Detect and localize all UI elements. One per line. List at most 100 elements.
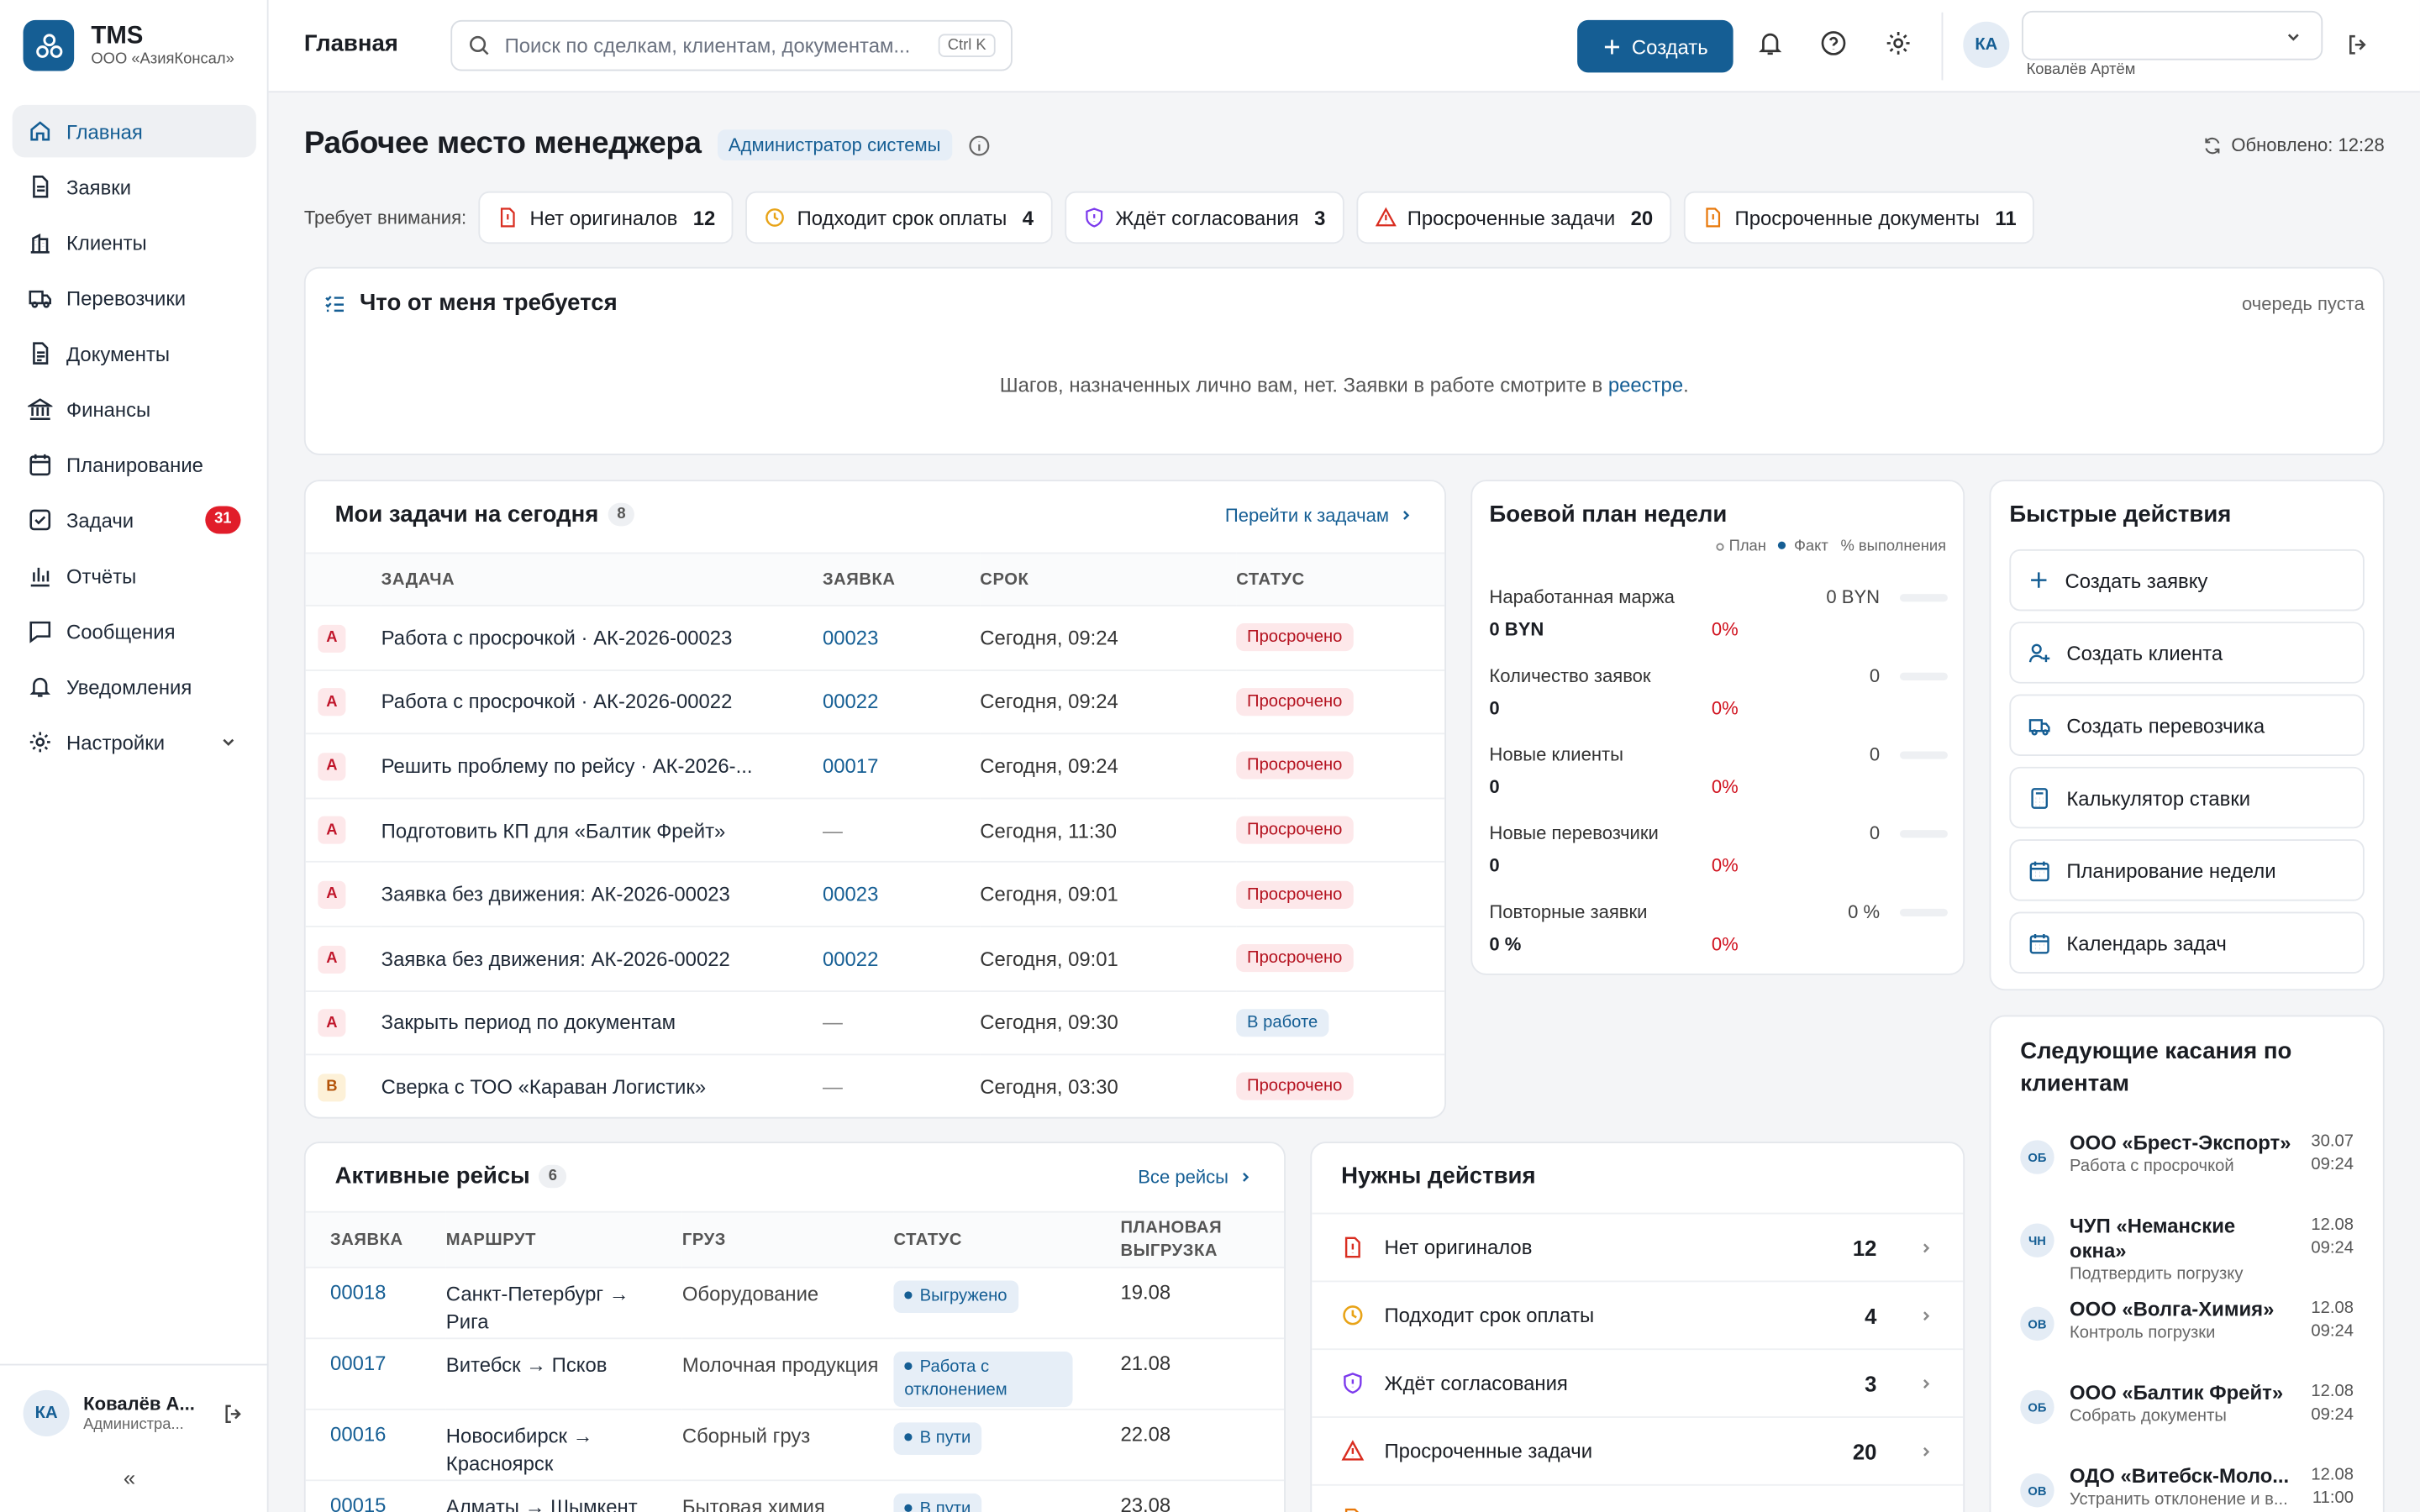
sidebar-item-notifications[interactable]: Уведомления: [13, 660, 256, 712]
column-header[interactable]: ПЛАНОВАЯ ВЫГРУЗКА: [1120, 1212, 1284, 1268]
gear-icon[interactable]: [1885, 29, 1912, 57]
client-name: ООО «Брест-Экспорт»: [2070, 1131, 2291, 1154]
table-row[interactable]: А Решить проблему по рейсу · АК-2026-... 0…: [305, 734, 1445, 799]
needs-action-row[interactable]: Просроченные задачи 20: [1312, 1416, 1964, 1484]
table-row[interactable]: А Заявка без движения: АК-2026-00023 00023…: [305, 862, 1445, 927]
task-name[interactable]: Заявка без движения: АК-2026-00023: [381, 883, 730, 906]
quick-action-button[interactable]: Планирование недели: [2009, 839, 2365, 901]
table-row[interactable]: А Подготовить КП для «Балтик Фрейт» — Сегод…: [305, 798, 1445, 863]
attention-chip-no-originals[interactable]: Нет оригиналов 12: [478, 191, 734, 244]
sidebar-item-carriers[interactable]: Перевозчики: [13, 271, 256, 323]
registry-link[interactable]: реестре: [1608, 373, 1683, 396]
sidebar-item-home[interactable]: Главная: [12, 104, 256, 158]
help-icon[interactable]: [1819, 29, 1847, 57]
create-button[interactable]: Создать: [1577, 19, 1733, 73]
due-time: Сегодня, 09:24: [980, 690, 1118, 714]
attention-chip-approval[interactable]: Ждёт согласования 3: [1064, 191, 1344, 244]
column-header[interactable]: СТАТУС: [893, 1212, 1120, 1268]
table-row[interactable]: В Сверка с ТОО «Караван Логистик» — Сегодня…: [306, 1055, 1444, 1117]
quick-action-button[interactable]: Калькулятор ставки: [2009, 766, 2365, 829]
client-touch-item[interactable]: ОВ ООО «Волга-Химия» Контроль погрузки 12.0…: [1991, 1298, 2383, 1381]
order-link[interactable]: 00017: [823, 754, 878, 778]
sidebar-user[interactable]: КА Ковалёв А... Администра...: [0, 1363, 269, 1462]
client-avatar: ЧН: [2020, 1223, 2054, 1257]
all-trips-link[interactable]: Все рейсы: [1138, 1167, 1253, 1188]
task-name[interactable]: Работа с просрочкой · АК-2026-00022: [381, 690, 733, 714]
table-row[interactable]: 00017 Витебск → Псков Молочная продукция Ра…: [305, 1338, 1285, 1410]
order-link[interactable]: 00016: [330, 1422, 386, 1446]
quick-action-button[interactable]: Создать заявку: [2009, 549, 2365, 612]
sidebar-item-planning[interactable]: Планирование: [13, 438, 256, 491]
order-link[interactable]: 00018: [330, 1280, 386, 1304]
column-header[interactable]: СРОК: [980, 553, 1236, 605]
column-header[interactable]: ЗАЯВКА: [823, 553, 980, 605]
status-label: Выгружено: [919, 1286, 1007, 1305]
task-name[interactable]: Закрыть период по документам: [381, 1011, 676, 1035]
order-link[interactable]: 00023: [823, 626, 878, 649]
client-touch-item[interactable]: ОВ ОДО «Витебск-Моло... Устранить отклонен…: [1991, 1464, 2383, 1512]
plan-row: Новые перевозчики 0 0 0%: [1489, 819, 1963, 898]
needs-action-row[interactable]: Ждёт согласования 3: [1312, 1348, 1964, 1416]
table-row[interactable]: А Работа с просрочкой · АК-2026-00023 0002…: [305, 606, 1445, 670]
quick-action-button[interactable]: Создать перевозчика: [2009, 694, 2365, 756]
needs-label: Просроченные документы: [1385, 1507, 1629, 1512]
order-link[interactable]: 00022: [823, 690, 878, 714]
column-header[interactable]: ГРУЗ: [682, 1212, 894, 1268]
table-row[interactable]: А Работа с просрочкой · АК-2026-00022 0002…: [305, 669, 1445, 734]
task-name[interactable]: Заявка без движения: АК-2026-00022: [381, 947, 730, 970]
go-to-tasks-link[interactable]: Перейти к задачам: [1225, 505, 1414, 526]
client-touch-item[interactable]: ОБ ООО «Брест-Экспорт» Работа с просрочкой…: [1991, 1131, 2383, 1214]
bell-icon[interactable]: [1756, 29, 1784, 57]
logout-icon[interactable]: [222, 1402, 245, 1425]
task-name[interactable]: Решить проблему по рейсу · АК-2026-...: [381, 754, 753, 778]
table-row[interactable]: 00015 Алматы → Шымкент Бытовая химия В пути…: [306, 1480, 1284, 1512]
info-icon[interactable]: [968, 134, 992, 158]
avatar[interactable]: КА: [1963, 21, 2010, 68]
message-icon: [29, 621, 51, 643]
search-input[interactable]: Поиск по сделкам, клиентам, документам..…: [450, 19, 1013, 71]
sidebar-item-clients[interactable]: Клиенты: [13, 216, 256, 268]
chip-label: Ждёт согласования: [1115, 206, 1299, 229]
column-header[interactable]: СТАТУС: [1236, 553, 1444, 605]
order-link[interactable]: 00023: [823, 883, 878, 906]
table-row[interactable]: 00016 Новосибирск → Красноярск Сборный гру…: [305, 1410, 1285, 1481]
collapse-sidebar-button[interactable]: «: [124, 1466, 135, 1490]
table-row[interactable]: А Закрыть период по документам — Сегодня, 0…: [305, 990, 1445, 1055]
order-link[interactable]: 00017: [330, 1352, 386, 1375]
sidebar-item-tasks[interactable]: Задачи 31: [13, 494, 256, 546]
task-name[interactable]: Сверка с ТОО «Караван Логистик»: [381, 1075, 706, 1099]
plan-metric-label: Новые клиенты: [1489, 743, 1623, 766]
column-header[interactable]: ЗАДАЧА: [381, 553, 823, 605]
needs-action-row[interactable]: Подходит срок оплаты 4: [1312, 1280, 1964, 1348]
attention-chip-overdue-tasks[interactable]: Просроченные задачи 20: [1356, 191, 1672, 244]
logout-icon[interactable]: [2346, 33, 2370, 57]
table-row[interactable]: А Заявка без движения: АК-2026-00022 00022…: [305, 927, 1445, 991]
client-touch-item[interactable]: ЧН ЧУП «Неманские окна» Подтвердить погруз…: [1991, 1214, 2383, 1297]
shield-icon: [1341, 1372, 1365, 1395]
warning-icon: [1375, 207, 1397, 227]
workspace-select[interactable]: [2022, 10, 2323, 60]
attention-chip-payment-due[interactable]: Подходит срок оплаты 4: [746, 191, 1053, 244]
order-link[interactable]: 00015: [330, 1494, 386, 1512]
quick-action-button[interactable]: Календарь задач: [2009, 911, 2365, 974]
client-touch-item[interactable]: ОБ ООО «Балтик Фрейт» Собрать документы 12.…: [1991, 1381, 2383, 1464]
needs-action-row[interactable]: Нет оригиналов 12: [1312, 1212, 1964, 1281]
task-name[interactable]: Работа с просрочкой · АК-2026-00023: [381, 626, 733, 649]
sidebar-item-finance[interactable]: Финансы: [13, 383, 256, 435]
table-row[interactable]: 00018 Санкт-Петербург → Рига Оборудование В…: [305, 1268, 1285, 1339]
column-header[interactable]: МАРШРУТ: [446, 1212, 682, 1268]
quick-action-button[interactable]: Создать клиента: [2009, 622, 2365, 684]
updated-status[interactable]: Обновлено: 12:28: [2202, 134, 2385, 156]
order-link[interactable]: 00022: [823, 947, 878, 970]
sidebar-item-documents[interactable]: Документы: [13, 327, 256, 379]
sidebar-item-orders[interactable]: Заявки: [13, 160, 256, 213]
sidebar-item-messages[interactable]: Сообщения: [13, 605, 256, 657]
attention-chip-overdue-documents[interactable]: Просроченные документы 11: [1683, 191, 2035, 244]
sidebar-item-reports[interactable]: Отчёты: [13, 549, 256, 601]
brand[interactable]: TMS ООО «АзияКонсал»: [23, 19, 234, 71]
sidebar-item-settings[interactable]: Настройки: [13, 716, 256, 768]
task-name[interactable]: Подготовить КП для «Балтик Фрейт»: [381, 819, 726, 843]
needs-action-row[interactable]: Просроченные документы 11: [1312, 1483, 1964, 1512]
attention-bar: Требует внимания: Нет оригиналов 12 Подх…: [304, 191, 2035, 244]
column-header[interactable]: ЗАЯВКА: [306, 1212, 446, 1268]
